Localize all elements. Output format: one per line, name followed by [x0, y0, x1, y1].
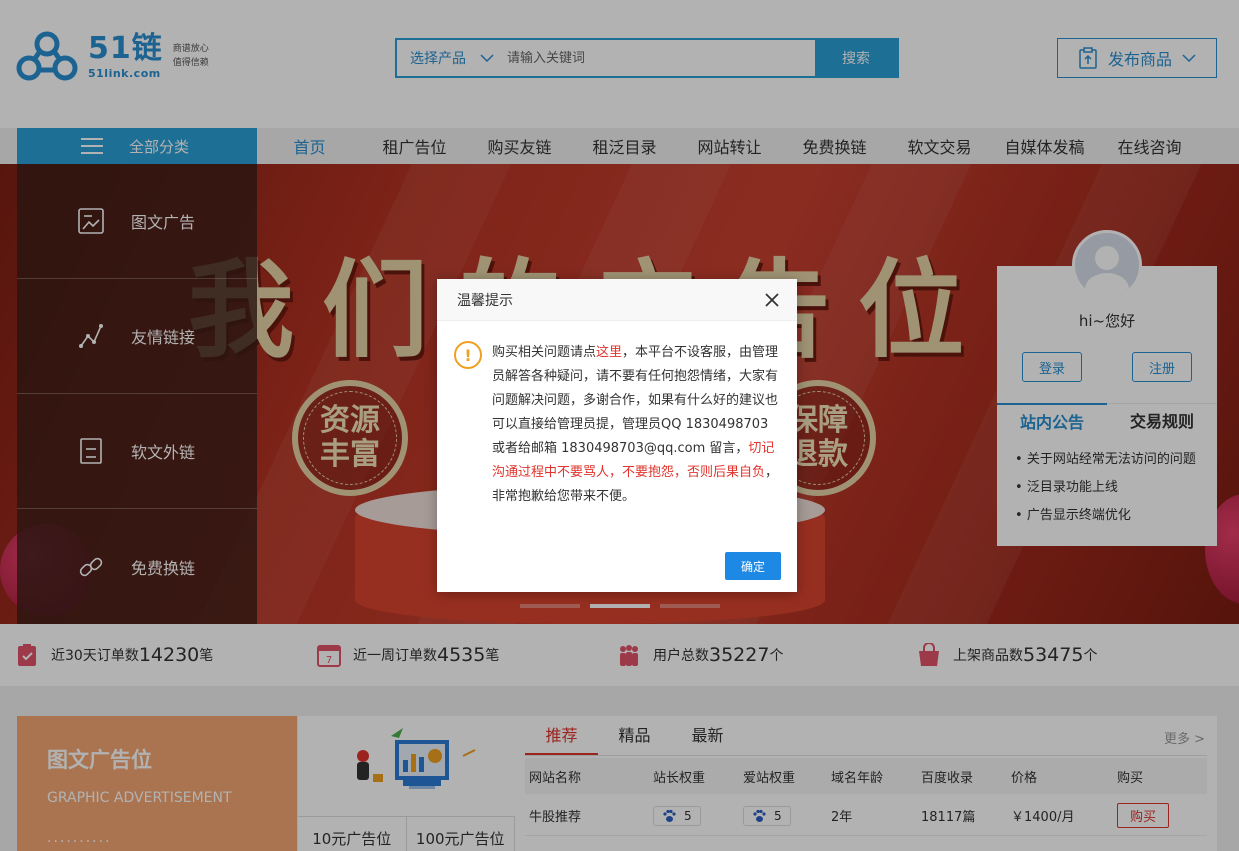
notice-dialog: 温馨提示 ! 购买相关问题请点这里，本平台不设客服，由管理员解答各种疑问，请不要…: [437, 279, 797, 592]
dialog-header: 温馨提示: [437, 279, 797, 321]
dialog-title: 温馨提示: [457, 292, 513, 309]
warning-icon: !: [454, 341, 482, 369]
help-link[interactable]: 这里: [596, 345, 622, 360]
dialog-body: ! 购买相关问题请点这里，本平台不设客服，由管理员解答各种疑问，请不要有任何抱怨…: [454, 341, 779, 509]
confirm-button[interactable]: 确定: [725, 552, 781, 580]
close-icon[interactable]: [763, 291, 781, 309]
dialog-message: 购买相关问题请点这里，本平台不设客服，由管理员解答各种疑问，请不要有任何抱怨情绪…: [492, 345, 779, 504]
